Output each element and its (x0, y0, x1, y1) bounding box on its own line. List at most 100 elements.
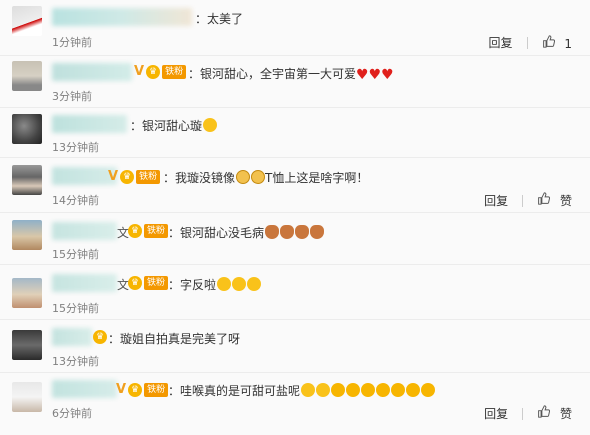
user-badges: ♛ 铁粉 (128, 224, 169, 238)
comment-text: ：银河甜心没毛病 (168, 224, 325, 241)
emoji-icon (247, 277, 262, 291)
fan-badge[interactable]: 铁粉 (144, 224, 169, 238)
comment-time: 13分钟前 (52, 355, 99, 368)
cat-emoji-icon (236, 170, 251, 184)
fan-badge[interactable]: 铁粉 (162, 64, 187, 79)
like-label: 赞 (559, 194, 572, 208)
avatar[interactable] (12, 330, 42, 360)
crown-badge-icon: ♛ (128, 224, 142, 238)
comment-text: ：字反啦 (168, 276, 262, 293)
like-button[interactable]: 1 (542, 34, 572, 51)
comment-text: ：银河甜心璇 (130, 117, 218, 134)
user-badges: V ♛ 铁粉 (134, 64, 187, 79)
comment-item: ：银河甜心璇 13分钟前 (0, 107, 590, 158)
crown-badge-icon: ♛ (93, 330, 107, 344)
avatar[interactable] (12, 220, 42, 250)
username[interactable] (52, 222, 117, 240)
emoji-icon (232, 277, 247, 291)
thumb-up-icon (538, 405, 551, 418)
thumb-up-icon (538, 192, 551, 205)
comment-time: 3分钟前 (52, 90, 92, 103)
bear-emoji-icon (295, 225, 310, 239)
comment-item: V ♛ 铁粉 ：银河甜心，全宇宙第一大可爱♥♥♥ 3分钟前 (0, 55, 590, 108)
v-badge-icon: V (116, 382, 127, 397)
fan-badge[interactable]: 铁粉 (144, 382, 169, 397)
laugh-emoji-icon (346, 383, 361, 397)
avatar[interactable] (12, 165, 42, 195)
comment-text-body: ：我璇没镜像 (163, 171, 236, 185)
comment-time: 6分钟前 (52, 407, 92, 420)
like-button[interactable]: 赞 (537, 192, 572, 209)
avatar[interactable] (12, 114, 42, 144)
comment-text-body: ：哇喉真的是可甜可盐呢 (168, 384, 301, 398)
divider (526, 36, 528, 49)
comment-time: 13分钟前 (52, 141, 99, 154)
like-count: 1 (564, 36, 572, 51)
heart-eyes-emoji-icon (316, 383, 331, 397)
username[interactable] (52, 8, 192, 26)
bear-emoji-icon (265, 225, 280, 239)
comment-time: 14分钟前 (52, 194, 99, 207)
emoji-icon (217, 277, 232, 291)
comment-text-body: ：银河甜心，全宇宙第一大可爱 (188, 67, 357, 81)
comment-text-body: ：银河甜心璇 (130, 119, 203, 133)
comment-text: ：哇喉真的是可甜可盐呢 (168, 382, 436, 399)
comment-time: 15分钟前 (52, 302, 99, 315)
fan-badge[interactable]: 铁粉 (136, 169, 161, 184)
crown-badge-icon: ♛ (128, 276, 142, 290)
user-badges: V ♛ 铁粉 (108, 169, 161, 184)
username[interactable] (52, 115, 127, 133)
comment-item: V ♛ 铁粉 ：我璇没镜像 T恤上这是啥字啊！ 14分钟前 回复 赞 (0, 157, 590, 213)
reply-button[interactable]: 回复 (484, 405, 508, 422)
bear-emoji-icon (310, 225, 325, 239)
divider (522, 194, 524, 207)
comment-time: 1分钟前 (52, 36, 92, 49)
fan-badge[interactable]: 铁粉 (144, 276, 169, 290)
username[interactable] (52, 274, 117, 292)
comment-text: ：璇姐自拍真是完美了呀 (108, 332, 241, 346)
heart-icon: ♥♥♥ (356, 67, 394, 83)
comment-time: 15分钟前 (52, 248, 99, 261)
laugh-emoji-icon (331, 383, 346, 397)
comment-text-tail: T恤上这是啥字啊！ (265, 171, 369, 185)
laugh-emoji-icon (376, 383, 391, 397)
v-badge-icon: V (134, 64, 145, 79)
laugh-emoji-icon (391, 383, 406, 397)
reply-button[interactable]: 回复 (489, 34, 513, 51)
avatar[interactable] (12, 382, 42, 412)
comment-text: ：银河甜心，全宇宙第一大可爱♥♥♥ (188, 65, 394, 83)
username[interactable] (52, 380, 117, 398)
avatar[interactable] (12, 61, 42, 91)
v-badge-icon: V (108, 169, 119, 184)
username[interactable] (52, 63, 132, 81)
crown-badge-icon: ♛ (146, 64, 161, 79)
user-badges: ♛ 铁粉 (128, 276, 169, 290)
crown-badge-icon: ♛ (120, 169, 135, 184)
comment-text: ：太美了 (195, 12, 244, 26)
crown-badge-icon: ♛ (128, 382, 143, 397)
divider (522, 407, 524, 420)
comment-text-body: ：字反啦 (168, 278, 217, 292)
heart-eyes-emoji-icon (301, 383, 316, 397)
comment-actions: 回复 赞 (484, 192, 572, 209)
emoji-icon (203, 118, 218, 132)
user-badges: V ♛ 铁粉 (116, 382, 169, 397)
comment-item: ♛ ：璇姐自拍真是完美了呀 13分钟前 (0, 319, 590, 373)
like-button[interactable]: 赞 (537, 405, 572, 422)
comment-text: ：我璇没镜像 T恤上这是啥字啊！ (163, 169, 368, 186)
avatar[interactable] (12, 278, 42, 308)
thumb-up-icon (542, 34, 555, 48)
username[interactable] (52, 328, 92, 346)
avatar[interactable] (12, 6, 42, 36)
cat-emoji-icon (251, 170, 266, 184)
bear-emoji-icon (280, 225, 295, 239)
laugh-emoji-icon (406, 383, 421, 397)
comment-item: 文 ♛ 铁粉 ：银河甜心没毛病 15分钟前 (0, 212, 590, 265)
user-badges: ♛ (93, 330, 107, 344)
comment-actions: 回复 1 (489, 34, 572, 51)
like-label: 赞 (559, 407, 572, 421)
reply-button[interactable]: 回复 (484, 192, 508, 209)
comment-item: V ♛ 铁粉 ：哇喉真的是可甜可盐呢 6分钟前 回复 赞 (0, 372, 590, 435)
comment-item: ：太美了 1分钟前 回复 1 (0, 0, 590, 56)
laugh-emoji-icon (421, 383, 436, 397)
